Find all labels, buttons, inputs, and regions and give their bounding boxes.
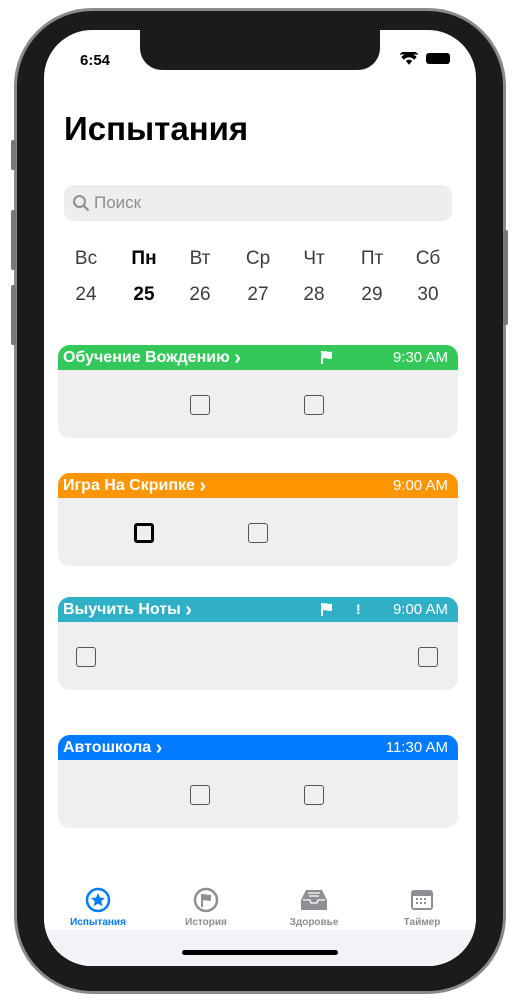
card-time: 11:30 AM (385, 739, 448, 756)
card-title: Обучение Вождению (63, 348, 230, 366)
day-checkbox[interactable] (304, 395, 324, 415)
day-checkbox[interactable] (190, 785, 210, 805)
tab-label: История (185, 917, 227, 928)
day-column[interactable]: Вс 24 (66, 248, 106, 306)
day-number: 26 (189, 284, 211, 305)
day-number: 24 (75, 284, 97, 305)
home-indicator[interactable] (182, 950, 338, 955)
chevron-right-icon: › (199, 474, 207, 497)
flag-icon (320, 602, 334, 619)
challenge-card[interactable]: Обучение Вождению › 9:30 AM (58, 345, 458, 438)
card-time: 9:00 AM (392, 601, 448, 618)
day-label: Ср (245, 248, 271, 269)
day-number: 25 (133, 284, 155, 305)
tray-icon (264, 887, 364, 913)
tab-item[interactable]: Таймер (372, 887, 472, 928)
flag-circle-icon (156, 887, 256, 913)
tab-item[interactable]: Здоровье (264, 887, 364, 928)
day-label: Вс (74, 248, 98, 269)
day-label: Сб (415, 248, 441, 269)
day-column[interactable]: Чт 28 (294, 248, 334, 306)
card-title: Игра На Скрипке (63, 476, 195, 494)
search-bar[interactable] (64, 185, 452, 221)
tab-label: Испытания (70, 917, 126, 928)
day-number: 30 (417, 284, 439, 305)
chevron-right-icon: › (155, 736, 163, 759)
card-time: 9:00 AM (392, 477, 448, 494)
search-input[interactable] (94, 193, 434, 213)
day-number: 29 (361, 284, 383, 305)
day-column[interactable]: Пн 25 (124, 248, 164, 306)
day-column[interactable]: Сб 30 (408, 248, 448, 306)
chevron-right-icon: › (185, 598, 192, 621)
wifi-icon (400, 52, 418, 65)
day-column[interactable]: Ср 27 (238, 248, 278, 306)
day-column[interactable]: Вт 26 (180, 248, 220, 306)
day-checkbox[interactable] (304, 785, 324, 805)
card-header[interactable]: Обучение Вождению › 9:30 AM (58, 345, 458, 370)
card-header[interactable]: Выучить Ноты › ! 9:00 AM (58, 597, 458, 622)
notch (140, 30, 380, 70)
battery-icon (426, 53, 450, 64)
priority-exclamation: ! (356, 601, 361, 617)
day-label: Пн (131, 248, 157, 269)
tab-item[interactable]: История (156, 887, 256, 928)
mute-switch (11, 140, 16, 170)
tab-item[interactable]: Испытания (48, 887, 148, 928)
tab-label: Здоровье (289, 917, 339, 928)
day-checkbox[interactable] (134, 523, 154, 543)
challenge-card[interactable]: Автошкола › 11:30 AM (58, 735, 458, 828)
flag-icon (320, 350, 334, 367)
day-label: Вт (189, 248, 211, 269)
day-number: 27 (247, 284, 269, 305)
challenge-card[interactable]: Выучить Ноты › ! 9:00 AM (58, 597, 458, 690)
tab-label: Таймер (403, 917, 441, 928)
chevron-right-icon: › (234, 346, 241, 369)
volume-up-button (11, 210, 16, 270)
search-icon (73, 195, 90, 212)
calendar-icon (372, 887, 472, 913)
day-checkbox[interactable] (248, 523, 268, 543)
power-button (503, 230, 508, 325)
day-label: Пт (360, 248, 384, 269)
day-checkbox[interactable] (190, 395, 210, 415)
day-label: Чт (303, 248, 325, 269)
volume-down-button (11, 285, 16, 345)
card-header[interactable]: Игра На Скрипке › 9:00 AM (58, 473, 458, 498)
card-title: Выучить Ноты (63, 600, 181, 618)
challenge-card[interactable]: Игра На Скрипке › 9:00 AM (58, 473, 458, 566)
day-column[interactable]: Пт 29 (352, 248, 392, 306)
day-checkbox[interactable] (76, 647, 96, 667)
card-title: Автошкола (63, 738, 152, 756)
screen: 6:54 Испытания Вс 24 Пн 25 Вт 26 Ср 27 Чт 28 Пт 29 С… (44, 30, 476, 966)
status-time: 6:54 (80, 52, 111, 69)
star-circle-icon (48, 887, 148, 913)
card-header[interactable]: Автошкола › 11:30 AM (58, 735, 458, 760)
card-time: 9:30 AM (392, 349, 448, 366)
page-title: Испытания (64, 110, 249, 147)
day-checkbox[interactable] (418, 647, 438, 667)
day-number: 28 (303, 284, 325, 305)
